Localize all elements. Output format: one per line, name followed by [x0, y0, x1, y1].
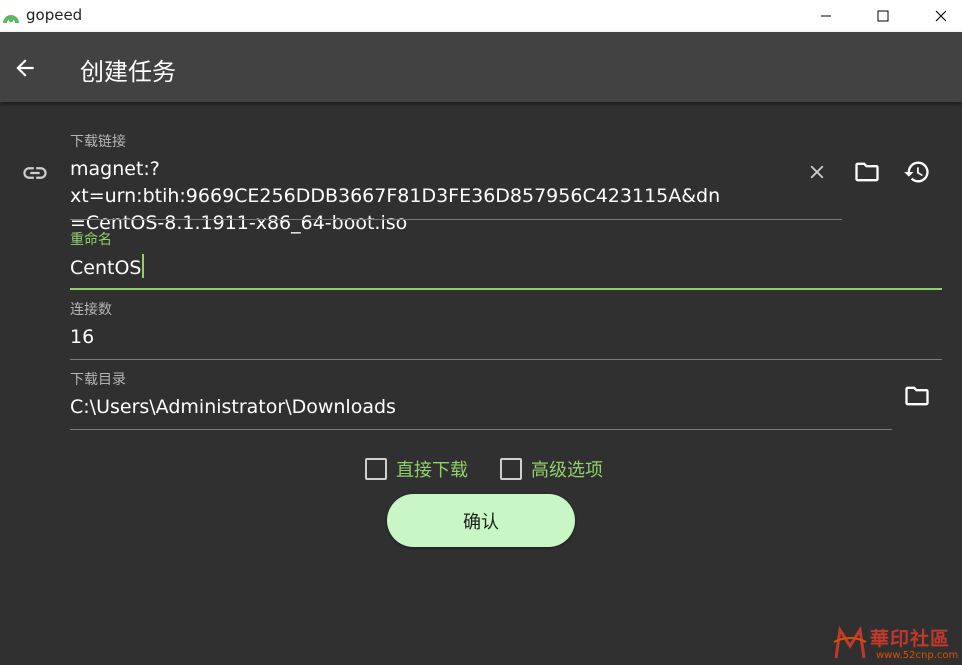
folder-icon	[905, 386, 929, 406]
close-window-button[interactable]	[912, 0, 962, 32]
page-title: 创建任务	[80, 58, 176, 86]
advanced-label: 高级选项	[531, 460, 603, 481]
direct-download-option[interactable]: 直接下载	[365, 457, 468, 481]
connections-label: 连接数	[70, 302, 112, 318]
url-value-line2: =CentOS-8.1.1911-x86_64-boot.iso	[70, 212, 408, 234]
select-directory-button[interactable]	[901, 381, 933, 411]
minimize-icon	[821, 15, 831, 17]
back-button[interactable]	[12, 55, 38, 81]
close-icon	[935, 10, 947, 22]
direct-download-label: 直接下载	[396, 460, 468, 481]
rename-label: 重命名	[70, 232, 112, 248]
text-cursor	[142, 254, 145, 278]
rename-underline	[70, 288, 942, 290]
directory-input[interactable]: C:\Users\Administrator\Downloads	[70, 394, 396, 421]
watermark: 華印社區 www.52cnp.com	[832, 624, 960, 664]
advanced-checkbox[interactable]	[500, 458, 522, 480]
clear-url-button[interactable]	[802, 157, 832, 187]
confirm-button[interactable]: 确认	[387, 494, 575, 547]
app-bar: 创建任务	[0, 32, 962, 102]
directory-label: 下载目录	[70, 372, 126, 388]
minimize-button[interactable]	[797, 0, 855, 32]
connections-underline	[70, 359, 942, 360]
url-input[interactable]: magnet:?xt=urn:btih:9669CE256DDB3667F81D…	[70, 156, 800, 237]
gopeed-logo-icon	[3, 15, 19, 23]
advanced-option[interactable]: 高级选项	[500, 457, 603, 481]
watermark-logo-icon	[833, 625, 867, 659]
clear-icon	[810, 165, 824, 179]
direct-download-checkbox[interactable]	[365, 458, 387, 480]
window-title: gopeed	[26, 6, 83, 24]
url-label: 下载链接	[70, 134, 126, 150]
link-icon	[20, 158, 50, 188]
history-icon	[904, 161, 929, 183]
connections-input[interactable]: 16	[70, 324, 94, 351]
maximize-button[interactable]	[854, 0, 912, 32]
watermark-url: www.52cnp.com	[876, 650, 959, 661]
window-titlebar: gopeed	[0, 0, 962, 32]
history-button[interactable]	[901, 156, 933, 188]
url-value-line1: magnet:?xt=urn:btih:9669CE256DDB3667F81D…	[70, 158, 721, 207]
directory-underline	[70, 429, 892, 430]
maximize-icon	[877, 10, 889, 22]
watermark-text: 華印社區	[870, 628, 951, 650]
url-underline	[70, 219, 842, 220]
arrow-back-icon	[16, 59, 34, 77]
rename-input[interactable]: CentOS	[70, 254, 145, 282]
folder-icon	[855, 162, 879, 182]
select-torrent-file-button[interactable]	[851, 157, 883, 187]
rename-value: CentOS	[70, 257, 142, 279]
